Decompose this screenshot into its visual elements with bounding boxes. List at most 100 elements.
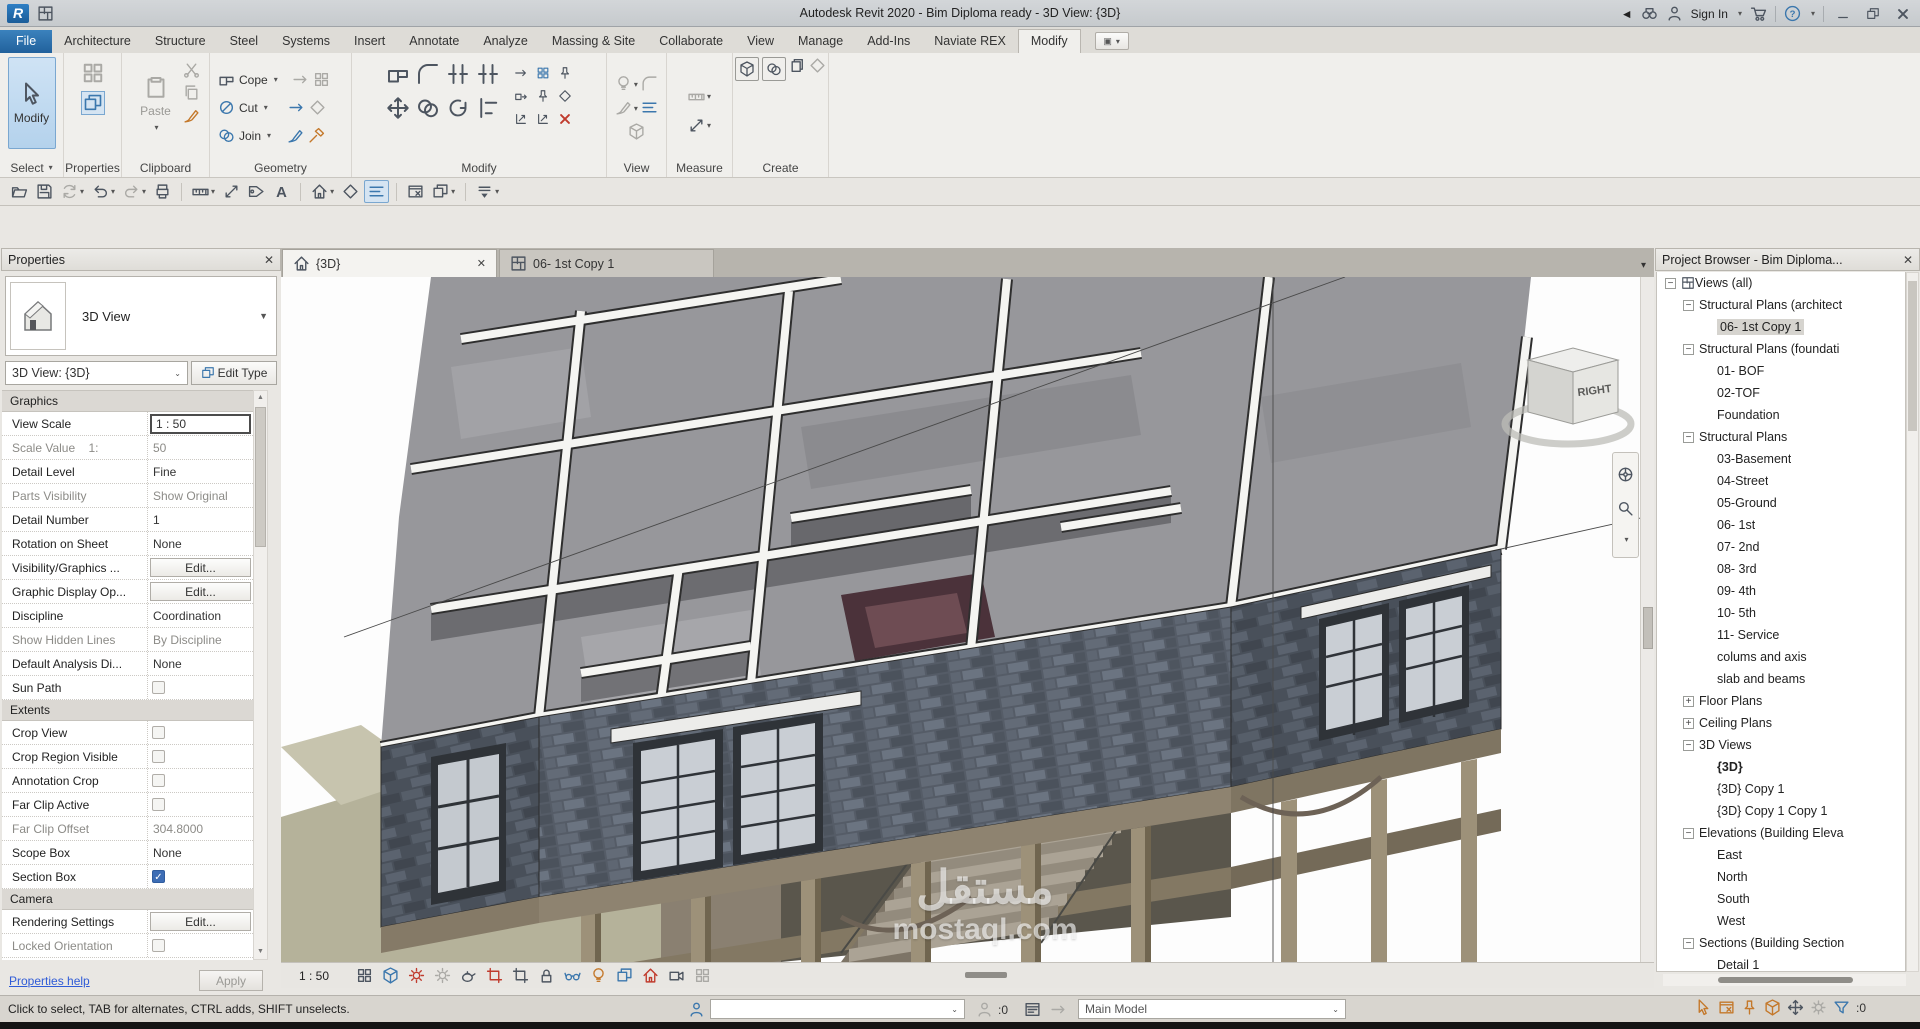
- demolish-button[interactable]: [308, 127, 325, 144]
- zoom-button[interactable]: [1617, 500, 1634, 517]
- properties-section-camera[interactable]: Camera: [2, 889, 253, 910]
- properties-section-extents[interactable]: Extents: [2, 700, 253, 721]
- browser-item-3d[interactable]: {3D}: [1657, 756, 1905, 778]
- scroll-down-icon[interactable]: ▼: [254, 945, 267, 959]
- browser-item-colums-and-axis[interactable]: colums and axis: [1657, 646, 1905, 668]
- worksharing-display-button[interactable]: [689, 964, 715, 988]
- cut-to-clipboard-button[interactable]: [183, 61, 200, 78]
- app-store-button[interactable]: [1750, 5, 1767, 22]
- browser-item-06-1st[interactable]: 06- 1st: [1657, 514, 1905, 536]
- hide-analytical-model-button[interactable]: [637, 964, 663, 988]
- beam-wall-button[interactable]: [288, 99, 305, 116]
- browser-item-foundation[interactable]: Foundation: [1657, 404, 1905, 426]
- collapse-icon[interactable]: −: [1683, 432, 1694, 443]
- show-rendering-dialog-button[interactable]: [455, 964, 481, 988]
- copy-button[interactable]: [416, 96, 440, 120]
- type-selector[interactable]: 3D View ▼: [5, 276, 277, 356]
- editing-requests-slot[interactable]: [976, 1001, 993, 1018]
- temporary-view-properties-button[interactable]: [611, 964, 637, 988]
- browser-item-07-2nd[interactable]: 07- 2nd: [1657, 536, 1905, 558]
- split-with-gap-button[interactable]: [476, 62, 500, 86]
- ribbon-tab-collaborate[interactable]: Collaborate: [647, 30, 735, 53]
- sun-path-checkbox[interactable]: [152, 681, 165, 694]
- collapse-search-icon[interactable]: ◄: [1621, 7, 1633, 21]
- properties-scrollbar[interactable]: ▲ ▼: [253, 390, 268, 960]
- crop-view-checkbox[interactable]: [152, 726, 165, 739]
- property-value[interactable]: By Discipline: [150, 633, 222, 647]
- modify-tool-button[interactable]: Modify: [8, 57, 56, 149]
- create-assembly-button[interactable]: [789, 57, 806, 74]
- properties-header[interactable]: Properties ✕: [1, 248, 281, 271]
- select-underlay-elements-button[interactable]: [1718, 999, 1735, 1016]
- browser-item-elevations-building-eleva[interactable]: −Elevations (Building Eleva: [1657, 822, 1905, 844]
- unpin-button[interactable]: [558, 66, 572, 80]
- browser-item-structural-plans[interactable]: −Structural Plans: [1657, 426, 1905, 448]
- collapse-icon[interactable]: −: [1665, 278, 1676, 289]
- expand-icon[interactable]: +: [1683, 718, 1694, 729]
- type-properties-button[interactable]: [81, 91, 105, 115]
- align-button[interactable]: [476, 96, 500, 120]
- search-button[interactable]: [1641, 5, 1658, 22]
- property-value[interactable]: 304.8000: [150, 822, 203, 836]
- browser-item-05-ground[interactable]: 05-Ground: [1657, 492, 1905, 514]
- sign-in-dropdown-icon[interactable]: ▾: [1738, 9, 1742, 18]
- close-hidden-windows-button[interactable]: [404, 181, 427, 202]
- panel-label-select[interactable]: Select▾: [0, 158, 63, 177]
- navbar-expand-icon[interactable]: ▾: [1624, 535, 1628, 544]
- trim-extend-button[interactable]: [514, 112, 528, 126]
- apply-button[interactable]: Apply: [199, 970, 263, 991]
- help-dropdown-icon[interactable]: ▾: [1811, 9, 1815, 18]
- property-value[interactable]: 1 : 50: [150, 414, 251, 434]
- delete-button[interactable]: [558, 112, 572, 126]
- legend-component-button[interactable]: [735, 57, 759, 81]
- property-value[interactable]: 1: [150, 513, 160, 527]
- main-model-dropdown[interactable]: Main Model⌄: [1078, 999, 1346, 1019]
- create-group-button[interactable]: [762, 57, 786, 81]
- browser-item-slab-and-beams[interactable]: slab and beams: [1657, 668, 1905, 690]
- browser-vertical-scrollbar[interactable]: [1906, 272, 1919, 972]
- rotate-button[interactable]: [446, 96, 470, 120]
- wall-joins-button[interactable]: [313, 71, 330, 88]
- collapse-icon[interactable]: −: [1683, 344, 1694, 355]
- panel-label-view[interactable]: View: [607, 158, 666, 177]
- section-box-checkbox[interactable]: ✓: [152, 870, 165, 883]
- aligned-dimension-button[interactable]: [220, 181, 243, 202]
- 3d-view-canvas[interactable]: [281, 277, 1654, 962]
- steering-wheel-button[interactable]: [1617, 466, 1634, 483]
- close-button[interactable]: [1892, 5, 1914, 23]
- ribbon-tab-massing-site[interactable]: Massing & Site: [540, 30, 647, 53]
- measure-button[interactable]: ▾: [189, 181, 218, 202]
- scrollbar-thumb[interactable]: [1718, 977, 1853, 983]
- crop-view-off-button[interactable]: [481, 964, 507, 988]
- trim-multiple-button[interactable]: [536, 112, 550, 126]
- worksets-dropdown[interactable]: ⌄: [710, 999, 965, 1019]
- property-value[interactable]: None: [150, 537, 182, 551]
- synchronize-button[interactable]: ▾: [58, 181, 87, 202]
- scrollbar-thumb[interactable]: [1643, 607, 1653, 649]
- property-value[interactable]: Coordination: [150, 609, 221, 623]
- browser-item-09-4th[interactable]: 09- 4th: [1657, 580, 1905, 602]
- ribbon-display-toggle[interactable]: ▣▾: [1095, 32, 1129, 50]
- ribbon-tab-annotate[interactable]: Annotate: [397, 30, 471, 53]
- create-parts-button[interactable]: [809, 57, 826, 74]
- ribbon-tab-modify[interactable]: Modify: [1018, 29, 1081, 53]
- edit-type-button[interactable]: Edit Type: [191, 361, 277, 385]
- ribbon-tab-file[interactable]: File: [0, 30, 52, 53]
- apply-coping-button[interactable]: [292, 71, 309, 88]
- tag-by-category-button[interactable]: [245, 181, 268, 202]
- browser-item-08-3rd[interactable]: 08- 3rd: [1657, 558, 1905, 580]
- visibility-graphics-edit-button[interactable]: Edit...: [150, 558, 251, 577]
- select-links-button[interactable]: [1695, 999, 1712, 1016]
- mirror-button[interactable]: [558, 89, 572, 103]
- graphic-display-op-edit-button[interactable]: Edit...: [150, 582, 251, 601]
- drag-elements-on-selection-button[interactable]: [1787, 999, 1804, 1016]
- panel-label-clipboard[interactable]: Clipboard: [122, 158, 209, 177]
- panel-label-geometry[interactable]: Geometry: [210, 158, 351, 177]
- close-properties-icon[interactable]: ✕: [264, 253, 274, 267]
- project-browser-header[interactable]: Project Browser - Bim Diploma... ✕: [1655, 248, 1920, 271]
- linework-pencil-button[interactable]: [287, 127, 304, 144]
- offset-button[interactable]: [514, 66, 528, 80]
- highlight-displacement-button[interactable]: [663, 964, 689, 988]
- print-button[interactable]: [151, 181, 174, 202]
- collapse-icon[interactable]: −: [1683, 300, 1694, 311]
